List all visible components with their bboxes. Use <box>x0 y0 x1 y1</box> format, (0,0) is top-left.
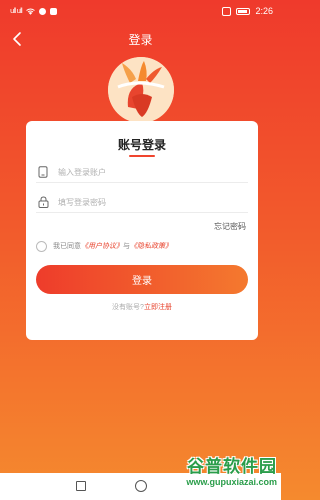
wifi-icon <box>26 8 35 15</box>
home-icon[interactable] <box>135 480 147 492</box>
status-time: 2:26 <box>255 6 273 16</box>
agreement-row: 我已同意 《用户协议》 与 《隐私政策》 <box>36 239 172 253</box>
status-left: ull ull <box>10 7 57 15</box>
recent-apps-icon[interactable] <box>76 481 86 491</box>
page-title: 登录 <box>128 32 153 47</box>
status-right: 2:26 <box>222 6 273 16</box>
register-link[interactable]: 立即注册 <box>144 304 172 311</box>
watermark: 谷普软件园 www.gupuxiazai.com <box>186 452 277 487</box>
agree-checkbox[interactable] <box>36 240 47 252</box>
status-bar: ull ull 2:26 <box>0 0 281 22</box>
phone-icon <box>38 166 48 178</box>
privacy-policy-link[interactable]: 《隐私政策》 <box>130 241 172 251</box>
account-field[interactable] <box>36 161 248 183</box>
alarm-icon <box>222 6 232 16</box>
app-notification-icon-2 <box>49 7 57 15</box>
user-agreement-link[interactable]: 《用户协议》 <box>81 241 123 251</box>
no-account-text: 没有账号? <box>112 304 144 311</box>
agree-prefix: 我已同意 <box>53 243 81 250</box>
password-input[interactable] <box>58 193 243 211</box>
watermark-url: www.gupuxiazai.com <box>186 477 277 487</box>
nav-bar: 登录 <box>0 22 281 56</box>
title-underline <box>129 155 155 157</box>
watermark-title: 谷普软件园 <box>187 457 277 476</box>
login-card: 账号登录 忘记密码 我已同意 《用户协议》 与 《隐私政策》 登录 没有账号?立… <box>26 121 258 340</box>
agree-and: 与 <box>123 243 130 250</box>
password-field[interactable] <box>36 191 248 213</box>
app-notification-icon <box>38 7 46 15</box>
back-arrow-icon[interactable] <box>10 31 26 47</box>
register-line: 没有账号?立即注册 <box>26 302 258 312</box>
forgot-password-link[interactable]: 忘记密码 <box>214 221 246 232</box>
lock-icon <box>38 196 49 208</box>
login-button[interactable]: 登录 <box>36 265 248 294</box>
account-input[interactable] <box>58 163 243 181</box>
battery-icon <box>236 7 251 15</box>
card-title: 账号登录 <box>117 138 166 152</box>
signal-icon: ull ull <box>10 7 23 15</box>
app-logo <box>108 57 174 123</box>
